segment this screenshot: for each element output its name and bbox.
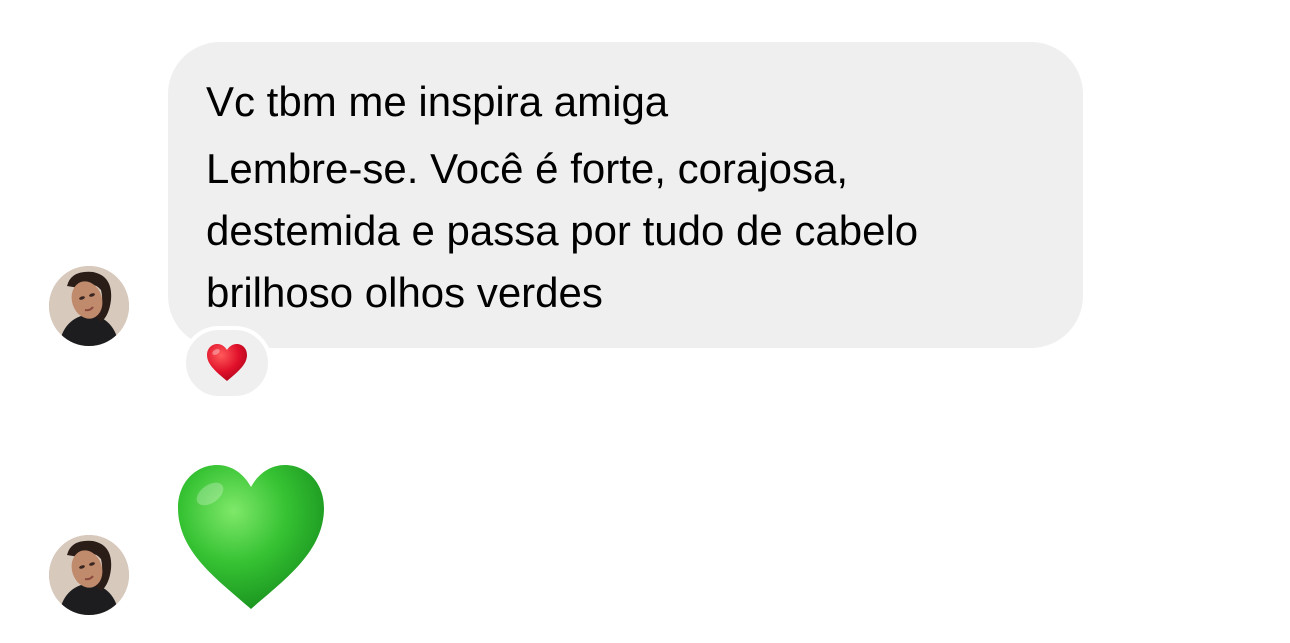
emoji-message[interactable] [174,462,328,612]
message-reaction[interactable] [182,326,272,400]
message-text-body: Lembre-se. Você é forte, corajosa, deste… [206,145,919,316]
avatar[interactable] [49,266,129,346]
green-heart-icon [178,465,324,609]
profile-photo [49,266,129,346]
message-text-line: Vc tbm me inspira amiga [206,78,669,125]
message-bubble[interactable]: Vc tbm me inspira amiga Lembre-se. Você … [168,42,1083,348]
avatar[interactable] [49,535,129,615]
profile-photo [49,535,129,615]
red-heart-icon [207,344,247,381]
